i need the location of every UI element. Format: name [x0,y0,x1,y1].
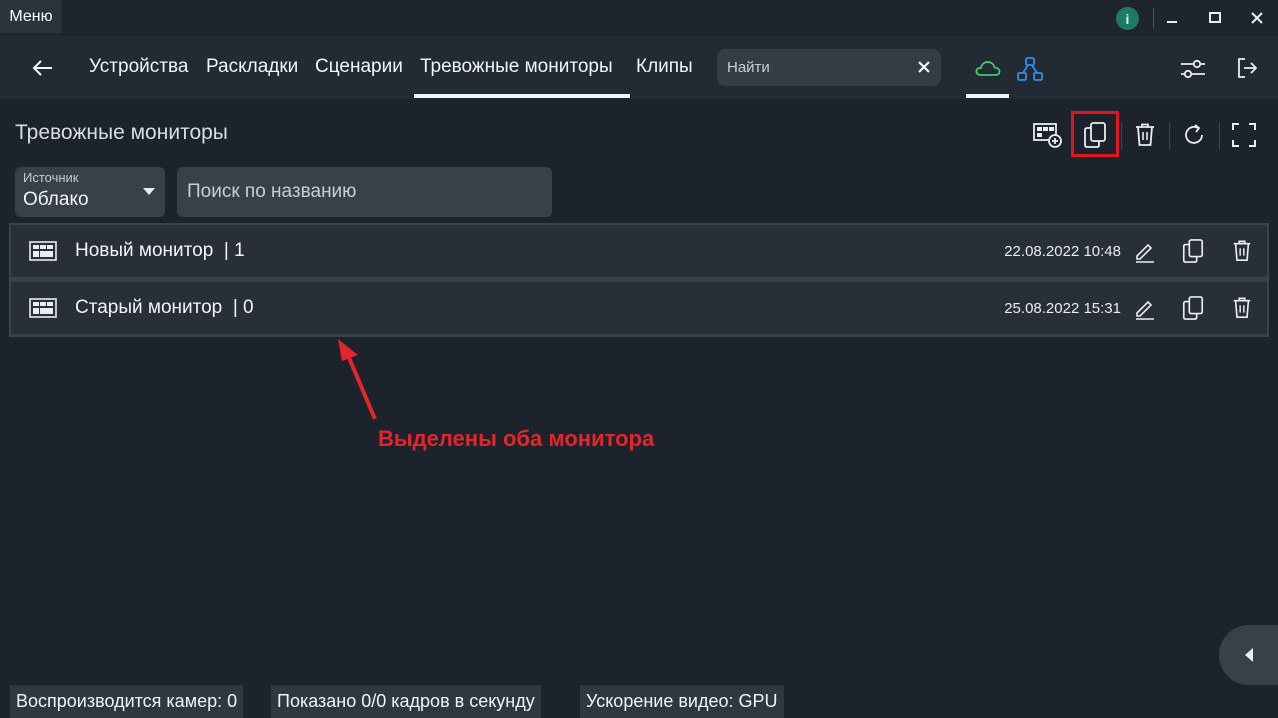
copy-button-highlight [1071,111,1119,157]
list-item[interactable]: Старый монитор | 0 25.08.2022 15:31 [11,282,1267,334]
name-search-input[interactable] [187,167,542,217]
name-search [177,167,552,217]
trash-icon[interactable] [1229,238,1255,264]
monitor-date: 22.08.2022 10:48 [1004,243,1121,260]
side-panel-toggle[interactable] [1219,625,1278,685]
annotation-arrow [338,339,377,420]
monitor-date: 25.08.2022 15:31 [1004,300,1121,317]
close-icon[interactable] [1245,6,1269,30]
add-monitor-icon[interactable] [1027,115,1067,155]
tab-devices[interactable]: Устройства [89,56,188,78]
copy-icon[interactable] [1180,238,1206,264]
title-bar: Меню i [0,0,1278,36]
status-fps: Показано 0/0 кадров в секунду [271,685,541,718]
sliders-icon[interactable] [1178,55,1208,83]
annotation-text: Выделены оба монитора [378,426,655,451]
tab-clips[interactable]: Клипы [636,56,693,78]
edit-icon[interactable] [1132,238,1158,264]
cloud-icon[interactable] [968,54,1008,82]
tab-layouts[interactable]: Раскладки [206,56,298,78]
monitor-grid-icon [29,241,57,261]
status-accel: Ускорение видео: GPU [580,685,784,718]
page-title: Тревожные мониторы [15,121,228,144]
info-icon[interactable]: i [1116,7,1139,30]
trash-icon[interactable] [1229,295,1255,321]
edit-icon[interactable] [1132,295,1158,321]
back-arrow-icon[interactable] [28,54,56,82]
copy-icon[interactable] [1180,295,1206,321]
toolbar-divider [1121,122,1122,150]
tab-alarm-monitors[interactable]: Тревожные мониторы [420,56,613,78]
cloud-tab-indicator [966,94,1009,98]
source-select[interactable]: Источник Облако [15,167,165,217]
menu-button[interactable]: Меню [0,0,62,33]
active-tab-indicator [414,94,630,98]
network-icon[interactable] [1014,54,1046,84]
clear-icon[interactable] [915,58,933,76]
list-item[interactable]: Новый монитор | 1 22.08.2022 10:48 [11,225,1267,277]
titlebar-divider [1153,8,1154,28]
chevron-down-icon [143,188,155,195]
nav-bar: Устройства Раскладки Сценарии Тревожные … [0,36,1278,99]
monitor-list: Новый монитор | 1 22.08.2022 10:48 Стары… [9,223,1269,337]
toolbar-divider [1219,122,1220,150]
monitor-name: Новый монитор | 1 [75,240,245,261]
toolbar-divider [1169,122,1170,150]
monitor-name: Старый монитор | 0 [75,297,254,318]
global-search [717,49,941,86]
minimize-icon[interactable] [1160,6,1184,30]
fullscreen-icon[interactable] [1224,115,1264,155]
source-label: Источник [23,170,79,185]
search-input[interactable] [727,49,907,86]
monitor-grid-icon [29,298,57,318]
status-cameras: Воспроизводится камер: 0 [10,685,244,718]
refresh-icon[interactable] [1174,115,1214,155]
source-value: Облако [23,189,89,210]
monitor-count: | 0 [232,297,254,318]
chevron-left-icon [1245,648,1253,662]
logout-icon[interactable] [1233,54,1261,82]
maximize-icon[interactable] [1203,6,1227,30]
monitor-count: | 1 [223,240,245,261]
tab-scenarios[interactable]: Сценарии [315,56,403,78]
trash-icon[interactable] [1125,115,1165,155]
